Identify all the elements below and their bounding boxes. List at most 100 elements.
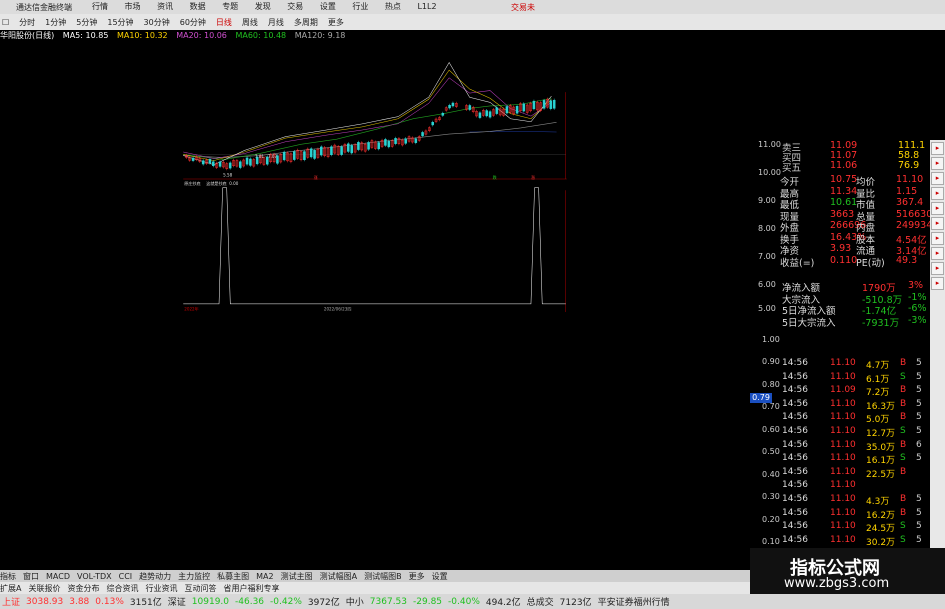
tab-12[interactable]: 更多	[409, 571, 425, 582]
tick-count: 5	[916, 534, 922, 545]
sidebar-icon[interactable]: ▸	[931, 202, 944, 215]
low-label: 5.58	[223, 172, 232, 177]
subtab-2[interactable]: 资金分布	[67, 583, 99, 594]
tab-6[interactable]: 主力监控	[178, 571, 210, 582]
top-menu-item[interactable]: 发现	[255, 2, 271, 11]
quote-label: 买五	[782, 163, 802, 174]
stat-value: 0.110	[830, 254, 858, 266]
tick-direction: B	[900, 398, 907, 409]
top-menu-item[interactable]: 交易	[287, 2, 303, 11]
tab-5[interactable]: 趋势动力	[139, 571, 171, 582]
period-multi[interactable]: 多周期	[294, 17, 318, 28]
tick-price: 11.10	[830, 521, 856, 532]
subtab-3[interactable]: 综合资讯	[106, 583, 138, 594]
menu-min-icon[interactable]: ☐	[2, 18, 9, 27]
period-day[interactable]: 日线	[216, 17, 232, 28]
ma120-label: MA120: 9.18	[294, 31, 346, 40]
tick-volume: 16.2万	[866, 510, 896, 521]
zx-index-name[interactable]: 中小	[346, 595, 364, 608]
year-label: 2022年	[184, 305, 198, 311]
subtab-5[interactable]: 互动问答	[184, 583, 216, 594]
quote-price: 11.06	[830, 160, 858, 171]
period-month[interactable]: 月线	[268, 17, 284, 28]
period-5m[interactable]: 5分钟	[76, 17, 97, 28]
sidebar-icon[interactable]: ▸	[931, 277, 944, 290]
sh-index-value: 3038.93	[26, 596, 64, 607]
trade-link[interactable]: 交易未	[511, 2, 535, 13]
signal-label: 涨	[314, 174, 318, 180]
period-60m[interactable]: 60分钟	[180, 17, 206, 28]
top-menu-item[interactable]: L1L2	[417, 2, 436, 11]
sidebar-icon[interactable]: ▸	[931, 262, 944, 275]
period-fenshi[interactable]: 分时	[19, 17, 35, 28]
tick-row: 14:56 11.10 16.3万 B 5	[782, 399, 930, 412]
top-menu-item[interactable]: 数据	[190, 2, 206, 11]
top-menu-item[interactable]: 行情	[92, 2, 108, 11]
stat-row: 收益(=) 0.110 PE(动) 49.3	[750, 254, 930, 269]
top-menu-item[interactable]: 设置	[320, 2, 336, 11]
sh-index-name[interactable]: 上证	[2, 595, 20, 608]
tab-3[interactable]: VOL-TDX	[77, 572, 112, 581]
subtab-6[interactable]: 省用户福利专享	[223, 583, 279, 594]
sidebar-icon[interactable]: ▸	[931, 187, 944, 200]
sidebar-icon[interactable]: ▸	[931, 172, 944, 185]
top-menu-item[interactable]: 专题	[222, 2, 238, 11]
indicator-cursor-value: 0.79	[750, 393, 772, 403]
tick-volume: 12.7万	[866, 429, 896, 439]
indicator-tab-bar: 指标 窗口 MACD VOL-TDX CCI 趋势动力 主力监控 私募主图 MA2 测试主图 测试幅…	[0, 570, 750, 582]
tick-direction: B	[900, 358, 907, 368]
top-menu-item[interactable]: 资讯	[157, 2, 173, 11]
period-more[interactable]: 更多	[328, 17, 344, 28]
tick-price: 11.10	[830, 453, 856, 464]
tick-price: 11.09	[830, 385, 856, 396]
tab-13[interactable]: 设置	[432, 571, 448, 582]
tick-price: 11.10	[830, 439, 856, 450]
ma60-line	[183, 121, 557, 158]
period-1m[interactable]: 1分钟	[45, 17, 66, 28]
sidebar-icon[interactable]: ▸	[931, 157, 944, 170]
tick-price: 11.10	[830, 494, 856, 504]
top-menu-item[interactable]: 行业	[352, 2, 368, 11]
tab-10[interactable]: 测试幅图A	[320, 571, 357, 582]
candles	[185, 97, 556, 171]
top-menu-item[interactable]: 市场	[125, 2, 141, 11]
tick-price: 11.10	[830, 371, 856, 382]
tick-direction: B	[900, 507, 907, 518]
tab-8[interactable]: MA2	[256, 572, 273, 581]
tab-0[interactable]: 指标	[0, 571, 16, 582]
sidebar-icon[interactable]: ▸	[931, 142, 944, 155]
stat-value: 11.10	[896, 174, 924, 185]
tab-11[interactable]: 测试幅图B	[364, 571, 402, 582]
tick-row: 14:56 11.10 16.1万 S 5	[782, 453, 930, 466]
top-menu-item[interactable]: 热点	[385, 2, 401, 11]
subtab-1[interactable]: 关联报价	[28, 583, 60, 594]
subtab-0[interactable]: 扩展A	[0, 583, 21, 594]
ind-tick: 0.80	[762, 380, 780, 389]
zx-index-pct: -0.40%	[448, 596, 480, 607]
tab-7[interactable]: 私募主图	[217, 571, 249, 582]
sidebar-icon[interactable]: ▸	[931, 232, 944, 245]
sidebar-icon[interactable]: ▸	[931, 217, 944, 230]
period-week[interactable]: 周线	[242, 17, 258, 28]
indicator-name: 原庄抄底	[184, 180, 200, 186]
subtab-4[interactable]: 行业资讯	[145, 583, 177, 594]
period-15m[interactable]: 15分钟	[107, 17, 133, 28]
kline-chart[interactable]: 5.58 7.01 - 7.07 涨 跌 涨 原庄抄底 这就是抄底 0.00 2…	[0, 42, 750, 312]
tick-volume: 22.5万	[866, 469, 896, 480]
sidebar-icon[interactable]: ▸	[931, 247, 944, 260]
period-30m[interactable]: 30分钟	[144, 17, 170, 28]
tab-4[interactable]: CCI	[119, 572, 133, 581]
tick-direction: B	[900, 494, 907, 504]
tick-row: 14:56 11.10 4.3万 B 5	[782, 494, 930, 507]
zx-index-amount: 494.2亿	[485, 598, 521, 608]
tick-price: 11.10	[830, 534, 856, 545]
tab-9[interactable]: 测试主图	[281, 571, 313, 582]
tick-row: 14:56 11.10 6.1万 S 5	[782, 372, 930, 385]
tick-count: 5	[916, 507, 922, 518]
tick-count: 5	[916, 358, 922, 368]
tab-1[interactable]: 窗口	[23, 571, 39, 582]
sz-index-name[interactable]: 深证	[168, 595, 186, 608]
sz-index-change: -46.36	[235, 596, 265, 607]
sz-index-amount: 3972亿	[307, 598, 340, 608]
tab-2[interactable]: MACD	[46, 572, 70, 581]
